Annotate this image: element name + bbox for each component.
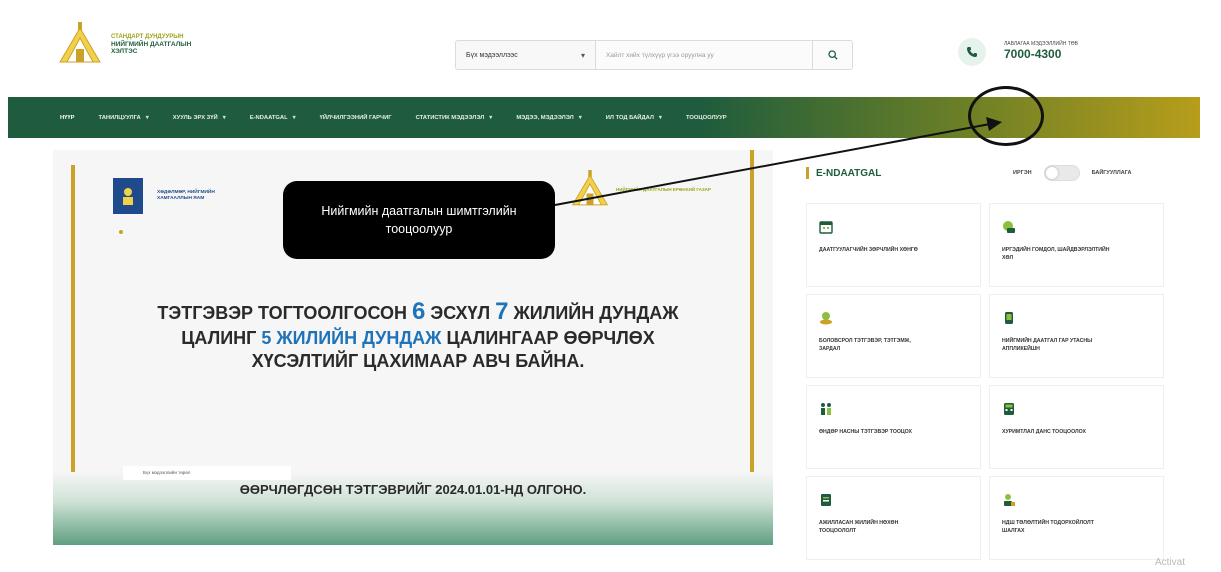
toggle-label-organization[interactable]: БАЙГУУЛЛАГА xyxy=(1092,170,1132,176)
calendar-icon xyxy=(819,221,833,234)
nav-item-label: E-NDAATGAL xyxy=(249,114,288,121)
headline-part: ЭСХҮЛ xyxy=(425,303,496,323)
chevron-down-icon: ▾ xyxy=(145,115,149,121)
chevron-down-icon: ▾ xyxy=(292,115,296,121)
search-icon xyxy=(827,50,838,60)
nav-item-statistics[interactable]: СТАТИСТИК МЭДЭЭЛЭЛ ▾ xyxy=(415,114,493,122)
person-check-icon xyxy=(1004,494,1015,506)
callout-tooltip: Нийгмийн даатгалын шимтгэлийн тооцоолуур xyxy=(283,181,555,259)
nav-item-label: МЭДЭЭ, МЭДЭЭЛЭЛ xyxy=(516,114,574,121)
service-card[interactable]: БОЛОВСРОЛ ТЭТГЭВЭР, ТЭТГЭМЖ, ЗАРДАЛ xyxy=(806,294,981,378)
service-card-label: БОЛОВСРОЛ ТЭТГЭВЭР, ТЭТГЭМЖ, ЗАРДАЛ xyxy=(819,338,911,352)
toggle-label-citizen[interactable]: ИРГЭН xyxy=(1013,170,1032,176)
mobile-icon xyxy=(1005,312,1013,324)
logo-emblem-icon xyxy=(55,22,105,68)
toggle-knob xyxy=(1045,167,1058,179)
headline-highlight: 5 ЖИЛИЙН ДУНДАЖ xyxy=(261,328,442,348)
document-icon xyxy=(821,494,831,506)
nav-item-label: ИЛ ТОД БАЙДАЛ xyxy=(605,114,654,121)
service-card[interactable]: ИРГЭДИЙН ГОМДОЛ, ШАЙДВЭРЛЭЛТИЙН ХӨЛ xyxy=(989,203,1164,287)
banner-logo: НИЙГМИЙН ДААТГАЛЫН ЕРӨНХИЙ ГАЗАР xyxy=(568,170,711,210)
service-card[interactable]: ХУРИМТЛАЛ ДАНС ТООЦООЛОХ xyxy=(989,385,1164,469)
chevron-down-icon: ▾ xyxy=(489,115,493,121)
contact-info: ЛАВЛАГАА МЭДЭЭЛЛИЙН ТӨВ 7000-4300 xyxy=(958,38,1078,66)
nav-item-label: ХУУЛЬ ЭРХ ЗҮЙ xyxy=(172,114,218,121)
nav-item-label: ҮЙЛЧИЛГЭЭНИЙ ГАРЧИГ xyxy=(319,114,392,121)
headline-part: ТЭТГЭВЭР ТОГТООЛГОСОН xyxy=(157,303,413,323)
service-card-label: ӨНДӨР НАСНЫ ТЭТГЭВЭР ТООЦОХ xyxy=(819,429,912,435)
calculator-icon xyxy=(1004,403,1014,415)
nav-item-news[interactable]: МЭДЭЭ, МЭДЭЭЛЭЛ ▾ xyxy=(516,114,582,122)
people-icon xyxy=(821,403,831,415)
nav-item-label: НҮҮР xyxy=(60,114,75,121)
service-card[interactable]: АЖИЛЛАСАН ЖИЛИЙН НӨХӨН ТООЦООЛОЛТ xyxy=(806,476,981,560)
nav-item-label: ТАНИЛЦУУЛГА xyxy=(98,114,141,121)
service-card-label: НИЙГМИЙН ДААТГАЛ ГАР УТАСНЫ АППЛИКЕЙШН xyxy=(1002,338,1093,352)
service-card-label: ХУРИМТЛАЛ ДАНС ТООЦООЛОХ xyxy=(1002,429,1086,435)
banner-headline: ТЭТГЭВЭР ТОГТООЛГОСОН 6 ЭСХҮЛ 7 ЖИЛИЙН Д… xyxy=(133,297,703,372)
banner-logo-text: НИЙГМИЙН ДААТГАЛЫН ЕРӨНХИЙ ГАЗАР xyxy=(616,187,711,193)
chat-icon xyxy=(1003,221,1015,233)
chevron-down-icon: ▾ xyxy=(222,115,226,121)
search-category-select[interactable]: Бүх мэдээллээс ▾ xyxy=(455,40,595,70)
service-card[interactable]: ӨНДӨР НАСНЫ ТЭТГЭВЭР ТООЦОХ xyxy=(806,385,981,469)
nav-item-label: ТООЦООЛУУР xyxy=(685,114,727,121)
user-type-toggle-group: ИРГЭН БАЙГУУЛЛАГА xyxy=(1013,165,1131,181)
logo-line-3: ХЭЛТЭС xyxy=(111,48,138,56)
ministry-emblem-icon xyxy=(113,178,143,214)
site-logo[interactable]: СТАНДАРТ ДУНДУУРЫН НИЙГМИЙН ДААТГАЛЫН ХЭ… xyxy=(55,20,255,70)
service-card-label: АЖИЛЛАСАН ЖИЛИЙН НӨХӨН ТООЦООЛОЛТ xyxy=(819,520,899,534)
service-card-label: НДШ ТӨЛӨЛТИЙН ТОДОРХОЙЛОЛТ ШАЛГАХ xyxy=(1002,520,1094,534)
nav-item-about[interactable]: ТАНИЛЦУУЛГА ▾ xyxy=(98,114,149,122)
banner-bottom-text: ӨӨРЧЛӨГДСӨН ТЭТГЭВРИЙГ 2024.01.01-НД ОЛГ… xyxy=(239,482,587,497)
coins-icon xyxy=(820,312,832,325)
logo-line-2: НИЙГМИЙН ДААТГАЛЫН xyxy=(111,40,192,48)
search-input[interactable]: Хайлт хийх түлхүүр үгээ оруулна уу xyxy=(595,40,813,70)
nav-item-e-ndaatgal[interactable]: E-NDAATGAL ▾ xyxy=(249,114,296,122)
service-card-label: ДААТГУУЛАГЧИЙН ЗӨРЧЛИЙН ХӨНГӨ xyxy=(819,247,918,253)
nav-item-label: СТАТИСТИК МЭДЭЭЛЭЛ xyxy=(415,114,485,121)
panel-title-marker xyxy=(806,167,809,179)
nav-item-transparency[interactable]: ИЛ ТОД БАЙДАЛ ▾ xyxy=(605,114,662,122)
phone-icon xyxy=(958,38,986,66)
chevron-down-icon: ▾ xyxy=(580,50,585,60)
logo-line-1: СТАНДАРТ ДУНДУУРЫН xyxy=(111,34,184,41)
service-card[interactable]: ДААТГУУЛАГЧИЙН ЗӨРЧЛИЙН ХӨНГӨ xyxy=(806,203,981,287)
nav-item-calculator[interactable]: ТООЦООЛУУР xyxy=(686,115,727,121)
logo-emblem-icon xyxy=(571,170,609,206)
service-card-label: ИРГЭДИЙН ГОМДОЛ, ШАЙДВЭРЛЭЛТИЙН ХӨЛ xyxy=(1002,247,1110,261)
contact-phone-number[interactable]: 7000-4300 xyxy=(1004,47,1078,63)
decorative-dot xyxy=(119,230,123,234)
nav-item-home[interactable]: НҮҮР xyxy=(60,115,75,121)
service-card[interactable]: НИЙГМИЙН ДААТГАЛ ГАР УТАСНЫ АППЛИКЕЙШН xyxy=(989,294,1164,378)
banner-small-label: Бүх мэдээллийн төрөл xyxy=(123,466,291,480)
search-category-value: Бүх мэдээллээс xyxy=(466,51,518,59)
ministry-name: ХӨДӨЛМӨР, НИЙГМИЙН ХАМГААЛЛЫН ЯАМ xyxy=(157,190,215,202)
annotation-circle xyxy=(968,86,1044,146)
os-activation-watermark: Activat xyxy=(1155,557,1186,568)
chevron-down-icon: ▾ xyxy=(658,115,662,121)
service-card[interactable]: НДШ ТӨЛӨЛТИЙН ТОДОРХОЙЛОЛТ ШАЛГАХ xyxy=(989,476,1164,560)
headline-number: 7 xyxy=(495,298,509,325)
panel-title-text: E-NDAATGAL xyxy=(816,167,882,179)
page: СТАНДАРТ ДУНДУУРЫН НИЙГМИЙН ДААТГАЛЫН ХЭ… xyxy=(0,0,1221,572)
nav-item-law[interactable]: ХУУЛЬ ЭРХ ЗҮЙ ▾ xyxy=(172,114,226,122)
chevron-down-icon: ▾ xyxy=(578,115,582,121)
panel-title: E-NDAATGAL xyxy=(806,167,881,179)
search-bar: Бүх мэдээллээс ▾ Хайлт хийх түлхүүр үгээ… xyxy=(455,40,853,70)
nav-item-services[interactable]: ҮЙЛЧИЛГЭЭНИЙ ГАРЧИГ xyxy=(320,115,392,121)
user-type-toggle[interactable] xyxy=(1043,165,1080,181)
service-grid: ДААТГУУЛАГЧИЙН ЗӨРЧЛИЙН ХӨНГӨ ИРГЭДИЙН Г… xyxy=(806,203,1182,560)
search-button[interactable] xyxy=(813,40,853,70)
headline-number: 6 xyxy=(412,298,426,325)
